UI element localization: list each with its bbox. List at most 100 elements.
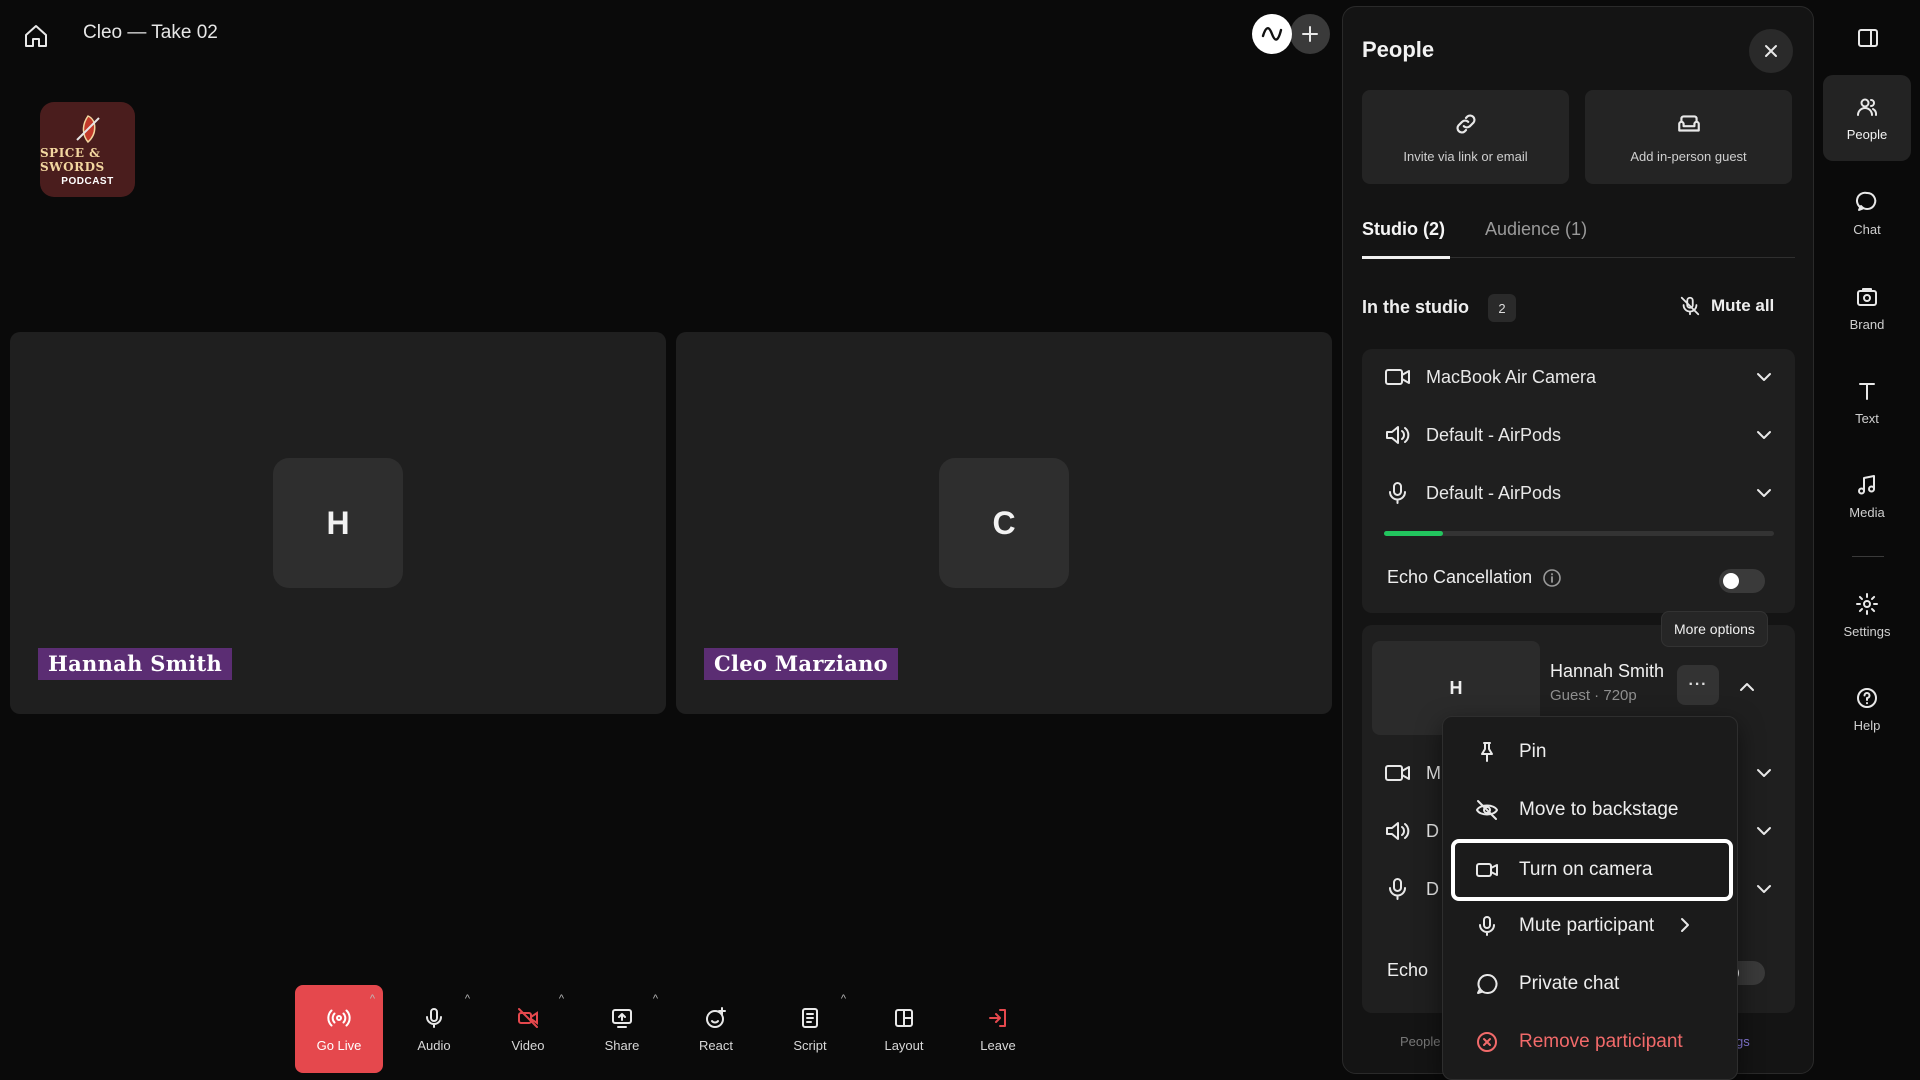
chevron-up-icon[interactable]: ^ — [559, 993, 564, 1005]
chat-bubble-icon — [1856, 191, 1877, 211]
in-studio-count-badge: 2 — [1488, 294, 1516, 322]
mic-select[interactable]: Default - AirPods — [1384, 473, 1774, 513]
tile-name-tag: Hannah Smith — [38, 648, 233, 680]
chevron-up-icon[interactable]: ^ — [465, 993, 470, 1005]
microphone-icon — [1479, 916, 1495, 936]
podcast-logo: SPICE & SWORDS PODCAST — [40, 102, 135, 197]
pin-icon — [1481, 742, 1493, 762]
layout-button[interactable]: Layout — [860, 985, 948, 1073]
more-options-button[interactable]: ··· — [1677, 665, 1719, 705]
react-label: React — [699, 1037, 733, 1053]
speaker-device-label: Default - AirPods — [1426, 424, 1562, 445]
gear-icon — [1856, 592, 1878, 615]
chevron-up-icon[interactable]: ^ — [841, 993, 846, 1005]
rail-item-people[interactable]: People — [1823, 75, 1911, 161]
add-guest-label: Add in-person guest — [1630, 148, 1747, 164]
rail-label: Help — [1853, 717, 1881, 733]
speaker-icon — [1386, 426, 1410, 444]
brand-icon — [1857, 287, 1877, 306]
in-studio-heading: In the studio — [1362, 297, 1469, 317]
rail-label: People — [1846, 126, 1888, 142]
active-tab-indicator — [1362, 256, 1450, 259]
rail-item-media[interactable]: Media — [1823, 453, 1911, 539]
chevron-up-icon[interactable]: ^ — [653, 993, 658, 1005]
link-icon — [1455, 113, 1476, 134]
stage-tile[interactable]: C Cleo Marziano — [676, 332, 1332, 714]
invite-label: Invite via link or email — [1403, 148, 1528, 164]
speaker-select[interactable]: Default - AirPods — [1384, 415, 1774, 455]
share-button[interactable]: ^ Share — [578, 985, 666, 1073]
menu-item-turn-on-camera[interactable]: Turn on camera — [1451, 839, 1733, 901]
react-button[interactable]: React — [672, 985, 760, 1073]
broadcast-icon — [327, 1009, 351, 1026]
toggle-sidebar-button[interactable] — [1848, 18, 1888, 58]
rail-item-chat[interactable]: Chat — [1823, 170, 1911, 256]
chevron-up-icon[interactable] — [1737, 677, 1757, 697]
microphone-icon — [1389, 878, 1406, 900]
menu-item-move-to-backstage[interactable]: Move to backstage — [1451, 785, 1733, 835]
camera-select[interactable]: MacBook Air Camera — [1384, 357, 1774, 397]
waveform-button[interactable] — [1252, 14, 1292, 54]
menu-item-label: Mute participant — [1519, 915, 1655, 936]
add-guest-button[interactable]: Add in-person guest — [1585, 90, 1792, 184]
mic-level-meter — [1384, 531, 1774, 536]
tab-audience[interactable]: Audience (1) — [1485, 219, 1587, 240]
rail-item-help[interactable]: Help — [1823, 666, 1911, 752]
invite-button[interactable]: Invite via link or email — [1362, 90, 1569, 184]
remove-circle-icon — [1477, 1032, 1497, 1052]
panel-footer-left: People — [1400, 1034, 1441, 1049]
menu-item-pin[interactable]: Pin — [1451, 727, 1733, 777]
chevron-down-icon — [1757, 489, 1771, 497]
audio-label: Audio — [417, 1037, 451, 1053]
menu-item-mute-participant[interactable]: Mute participant — [1451, 901, 1733, 951]
participant-camera-label: M — [1426, 762, 1441, 783]
stage-tile[interactable]: H Hannah Smith — [10, 332, 666, 714]
video-button[interactable]: ^ Video — [484, 985, 572, 1073]
chevron-down-icon — [1757, 827, 1771, 835]
rail-item-brand[interactable]: Brand — [1823, 265, 1911, 351]
tile-name-tag: Cleo Marziano — [704, 648, 898, 680]
ellipsis-icon: ··· — [1688, 676, 1708, 693]
plus-icon — [1302, 26, 1318, 42]
rail-label: Settings — [1843, 623, 1891, 639]
mute-all-button[interactable]: Mute all — [1679, 295, 1774, 317]
add-button[interactable] — [1290, 14, 1330, 54]
camera-device-label: MacBook Air Camera — [1426, 366, 1597, 387]
share-label: Share — [604, 1037, 640, 1053]
couch-icon — [1677, 114, 1700, 132]
layout-icon — [895, 1008, 913, 1027]
chevron-down-icon — [1757, 373, 1771, 381]
menu-item-private-chat[interactable]: Private chat — [1451, 959, 1733, 1009]
leave-icon — [989, 1008, 1006, 1027]
script-button[interactable]: ^ Script — [766, 985, 854, 1073]
mic-off-icon — [1680, 296, 1700, 316]
music-note-icon — [1858, 474, 1875, 494]
menu-item-label: Move to backstage — [1519, 799, 1679, 820]
text-icon — [1859, 382, 1875, 400]
go-live-button[interactable]: ^ Go Live — [295, 985, 383, 1073]
home-button[interactable] — [18, 18, 54, 54]
rail-item-settings[interactable]: Settings — [1823, 572, 1911, 658]
layout-label: Layout — [884, 1037, 924, 1053]
rail-label: Chat — [1853, 221, 1881, 237]
rail-label: Text — [1855, 410, 1879, 426]
echo-cancellation-label: Echo Cancellation — [1387, 567, 1533, 587]
participant-context-menu: Pin Move to backstage Turn on camera Mut… — [1442, 716, 1738, 1080]
rail-label: Brand — [1849, 316, 1885, 332]
menu-item-label: Pin — [1519, 741, 1547, 762]
audio-button[interactable]: ^ Audio — [390, 985, 478, 1073]
info-icon[interactable] — [1542, 568, 1562, 588]
mic-level-fill — [1384, 531, 1443, 536]
microphone-icon — [426, 1007, 442, 1028]
speaker-icon — [1386, 822, 1410, 840]
tab-studio[interactable]: Studio (2) — [1362, 219, 1445, 240]
close-panel-button[interactable] — [1749, 29, 1793, 73]
leave-button[interactable]: Leave — [954, 985, 1042, 1073]
chevron-up-icon[interactable]: ^ — [370, 993, 375, 1005]
menu-item-remove-participant[interactable]: Remove participant — [1451, 1017, 1733, 1067]
rail-item-text[interactable]: Text — [1823, 359, 1911, 445]
echo-cancellation-toggle[interactable] — [1719, 569, 1765, 593]
panel-footer-right[interactable]: gs — [1736, 1034, 1750, 1049]
logo-line2: PODCAST — [61, 176, 114, 187]
script-label: Script — [793, 1037, 827, 1053]
